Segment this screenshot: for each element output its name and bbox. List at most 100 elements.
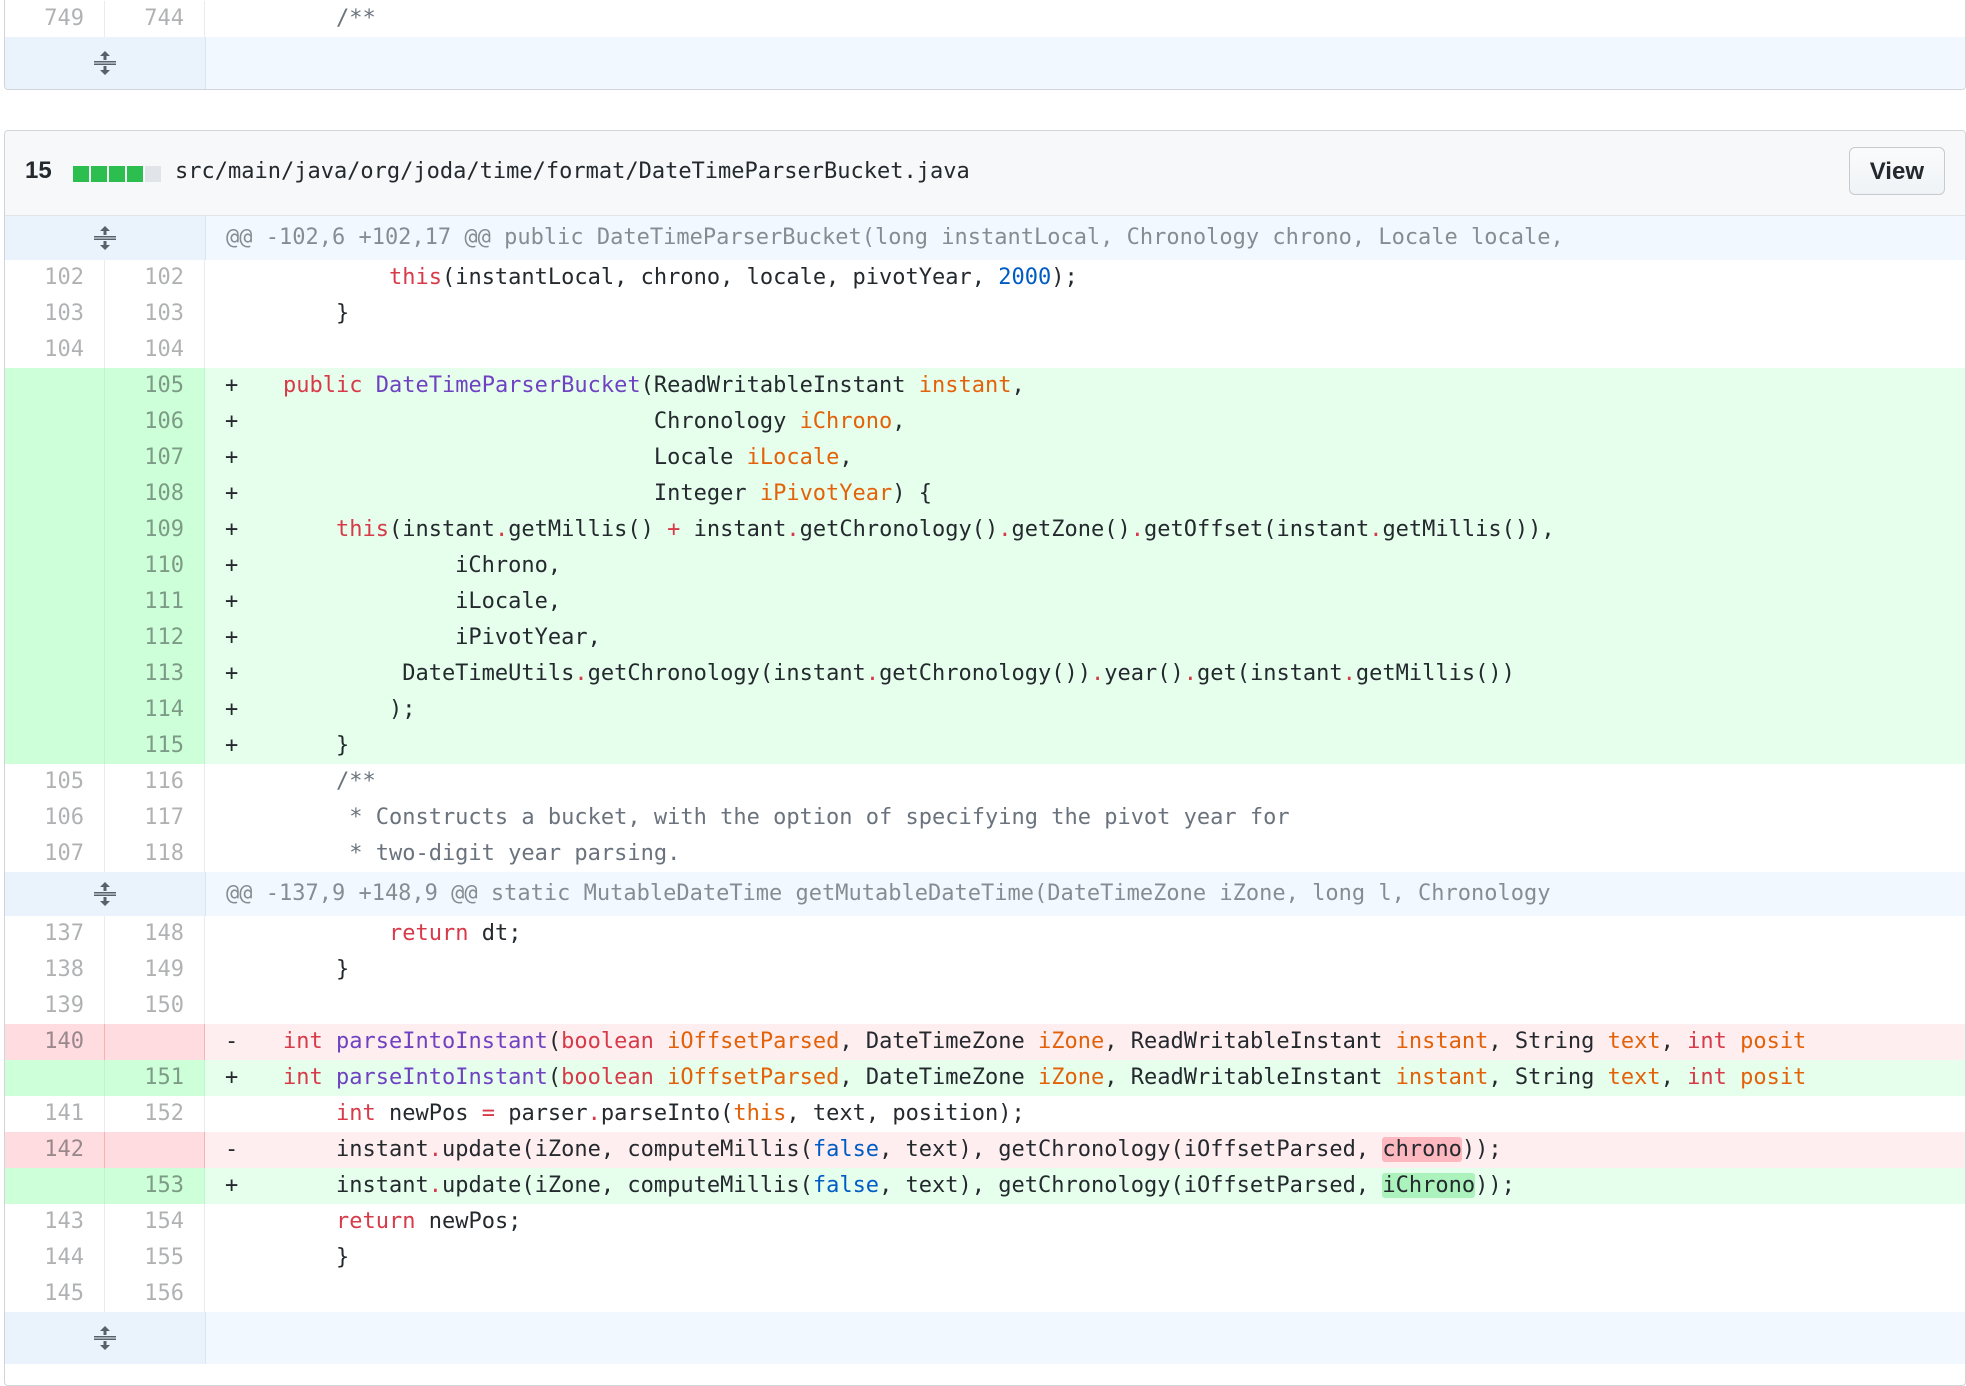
old-line-number[interactable]: 145 [5,1276,105,1312]
old-line-number [5,656,105,692]
expand-button[interactable] [5,216,206,260]
added-row: 106 + Chronology iChrono, [5,404,1965,440]
diff-row: 105 116 /** [5,764,1965,800]
hunk-header: @@ -137,9 +148,9 @@ static MutableDateTi… [5,872,1965,916]
expand-button[interactable] [5,872,206,916]
old-line-number [5,476,105,512]
old-line-number [5,440,105,476]
hunk-header-text: @@ -102,6 +102,17 @@ public DateTimePars… [206,216,1965,260]
new-line-number[interactable]: 118 [105,836,205,872]
new-line-number[interactable]: 103 [105,296,205,332]
old-line-number[interactable]: 144 [5,1240,105,1276]
new-line-number[interactable]: 111 [105,584,205,620]
new-line-number[interactable]: 109 [105,512,205,548]
old-line-number[interactable]: 107 [5,836,105,872]
old-line-number[interactable]: 104 [5,332,105,368]
unfold-icon [94,1326,116,1350]
added-row: 112 + iPivotYear, [5,620,1965,656]
old-line-number [5,584,105,620]
diff-row: 137 148 return dt; [5,916,1965,952]
diffstat-block [127,166,143,182]
new-line-number[interactable]: 110 [105,548,205,584]
old-line-number [5,692,105,728]
new-line-number[interactable]: 112 [105,620,205,656]
new-line-number[interactable]: 108 [105,476,205,512]
diff-row: 749 744 /** [5,1,1965,37]
code-line: + iChrono, [205,548,1965,584]
new-line-number[interactable]: 153 [105,1168,205,1204]
new-line-number[interactable]: 117 [105,800,205,836]
new-line-number[interactable]: 148 [105,916,205,952]
code-line: return newPos; [335,1209,522,1234]
old-line-number[interactable]: 141 [5,1096,105,1132]
code-text: iPivotYear, [283,625,601,650]
diff-row: 143 154 return newPos; [5,1204,1965,1240]
old-line-number [5,620,105,656]
new-line-number[interactable]: 152 [105,1096,205,1132]
code-line: * two-digit year parsing. [205,836,1965,872]
added-row: 110 + iChrono, [5,548,1965,584]
new-line-number[interactable]: 105 [105,368,205,404]
new-line-number[interactable]: 115 [105,728,205,764]
view-file-button[interactable]: View [1848,147,1945,195]
old-line-number[interactable]: 143 [5,1204,105,1240]
code-line: + Chronology iChrono, [205,404,1965,440]
code-text: } [283,733,350,758]
code-line: * Constructs a bucket, with the option o… [205,800,1965,836]
old-line-number[interactable]: 749 [5,1,105,37]
new-line-number[interactable]: 113 [105,656,205,692]
code-text: } [283,957,350,982]
code-line: + Locale iLocale, [205,440,1965,476]
deleted-row: 142 - instant.update(iZone, computeMilli… [5,1132,1965,1168]
new-line-number[interactable]: 151 [105,1060,205,1096]
old-line-number [5,728,105,764]
unfold-icon [94,882,116,906]
new-line-number[interactable]: 149 [105,952,205,988]
code-text: /** [283,6,376,31]
old-line-number[interactable]: 103 [5,296,105,332]
code-text: } [283,1245,350,1270]
new-line-number[interactable]: 107 [105,440,205,476]
hunk-header-text: @@ -137,9 +148,9 @@ static MutableDateTi… [206,872,1965,916]
old-line-number[interactable]: 139 [5,988,105,1024]
new-line-number[interactable]: 102 [105,260,205,296]
diff-row: 139 150 [5,988,1965,1024]
old-line-number[interactable]: 106 [5,800,105,836]
diffstat-block [109,166,125,182]
old-line-number[interactable]: 105 [5,764,105,800]
old-line-number[interactable]: 137 [5,916,105,952]
new-line-number[interactable]: 114 [105,692,205,728]
new-line-number[interactable]: 116 [105,764,205,800]
new-line-number[interactable]: 154 [105,1204,205,1240]
added-row: 153 + instant.update(iZone, computeMilli… [5,1168,1965,1204]
diffstat-block [73,166,89,182]
added-row: 115 + } [5,728,1965,764]
unfold-icon [94,51,116,75]
file-path[interactable]: src/main/java/org/joda/time/format/DateT… [175,159,970,184]
old-line-number[interactable]: 102 [5,260,105,296]
new-line-number[interactable]: 155 [105,1240,205,1276]
new-line-number[interactable]: 744 [105,1,205,37]
old-line-number [5,368,105,404]
expand-button[interactable] [5,37,206,89]
old-line-number[interactable]: 142 [5,1132,105,1168]
diff-row: 102 102 this(instantLocal, chrono, local… [5,260,1965,296]
new-line-number[interactable]: 106 [105,404,205,440]
diff-row: 107 118 * two-digit year parsing. [5,836,1965,872]
old-line-number[interactable]: 138 [5,952,105,988]
code-line: + iPivotYear, [205,620,1965,656]
new-line-number[interactable]: 156 [105,1276,205,1312]
code-line: /** [205,764,1965,800]
expand-button[interactable] [5,1312,206,1364]
code-line: - int parseIntoInstant(boolean iOffsetPar… [205,1024,1965,1060]
new-line-number[interactable]: 104 [105,332,205,368]
code-line: + ); [205,692,1965,728]
code-text: * two-digit year parsing. [283,841,681,866]
diff-row: 104 104 [5,332,1965,368]
new-line-number[interactable]: 150 [105,988,205,1024]
old-line-number[interactable]: 140 [5,1024,105,1060]
diff-row: 145 156 [5,1276,1965,1312]
code-line: /** [205,1,1965,37]
added-row: 108 + Integer iPivotYear) { [5,476,1965,512]
